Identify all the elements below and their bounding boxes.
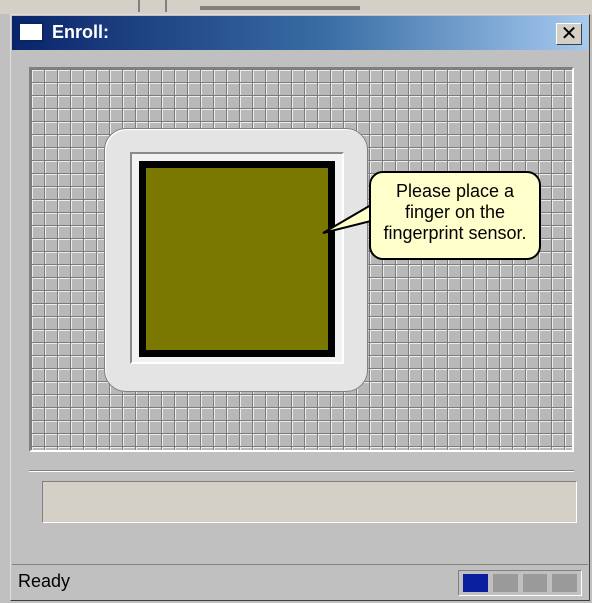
tooltip-line-2: finger on the — [404, 202, 506, 222]
progress-step-2 — [492, 574, 518, 592]
window-icon — [18, 22, 44, 42]
fingerprint-sensor-bezel — [130, 152, 344, 364]
title-bar[interactable]: Enroll: ✕ — [12, 16, 588, 50]
background-window-strip — [0, 0, 592, 14]
message-box — [42, 481, 577, 523]
progress-step-1 — [463, 574, 488, 592]
background-scrollbar — [200, 6, 360, 10]
progress-step-4 — [552, 574, 577, 592]
toolbar-separator — [138, 0, 140, 12]
toolbar-separator — [165, 0, 167, 12]
close-button[interactable]: ✕ — [556, 23, 582, 45]
enroll-dialog: Enroll: ✕ Please place a finger on the f… — [10, 14, 590, 601]
tooltip-line-1: Please place a — [395, 181, 515, 201]
window-title: Enroll: — [52, 22, 109, 42]
fingerprint-sensor-pad — [139, 161, 335, 357]
fingerprint-sensor-frame — [104, 128, 368, 392]
status-bar: Ready — [12, 564, 588, 600]
tooltip-line-3: fingerprint sensor. — [383, 223, 527, 243]
progress-step-3 — [522, 574, 548, 592]
status-text: Ready — [18, 571, 71, 591]
enroll-progress-indicator — [458, 570, 582, 596]
instruction-tooltip: Please place a finger on the fingerprint… — [369, 171, 541, 260]
divider — [29, 470, 574, 472]
